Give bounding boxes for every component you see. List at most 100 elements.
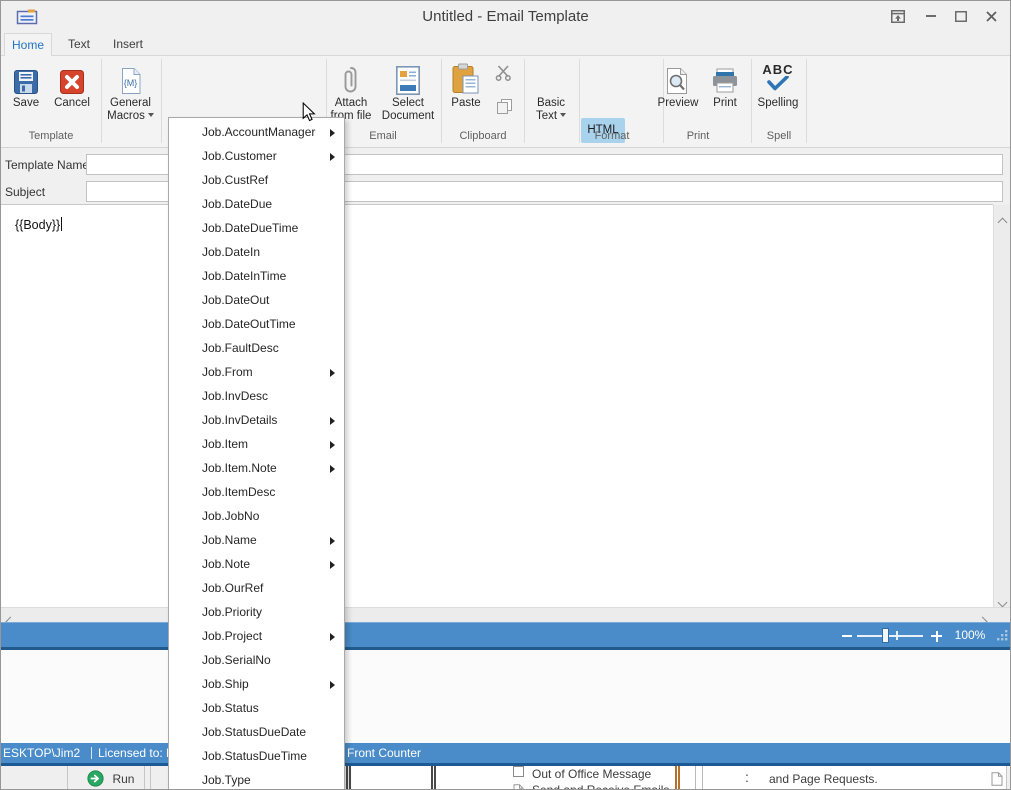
vertical-scrollbar[interactable] — [993, 205, 1011, 607]
menu-item-label: Job.DateInTime — [202, 269, 286, 283]
menu-item[interactable]: Job.Item.Note — [169, 456, 344, 480]
menu-item-label: Job.From — [202, 365, 253, 379]
menu-item[interactable]: Job.From — [169, 360, 344, 384]
zoom-in-icon — [936, 631, 938, 642]
menu-item-label: Job.Note — [202, 557, 250, 571]
status-separator — [91, 747, 92, 759]
menu-item[interactable]: Job.FaultDesc — [169, 336, 344, 360]
cancel-button[interactable]: Cancel — [49, 59, 95, 125]
menu-item[interactable]: Job.DateDue — [169, 192, 344, 216]
ribbon: Save Cancel {M} General Macros — [1, 56, 1010, 148]
out-of-office-checkbox[interactable] — [513, 766, 524, 777]
menu-item[interactable]: Job.Priority — [169, 600, 344, 624]
svg-text:{M}: {M} — [123, 78, 137, 88]
maximize-icon — [955, 11, 967, 22]
mouse-cursor — [302, 102, 316, 122]
menu-item[interactable]: Job.Name — [169, 528, 344, 552]
menu-item-label: Job.DateOutTime — [202, 317, 296, 331]
status-bar: ESKTOP\Jim2 Licensed to: H Front Counter — [1, 743, 1011, 766]
menu-item[interactable]: Job.StatusDueTime — [169, 744, 344, 768]
menu-item-label: Job.DateDueTime — [202, 221, 298, 235]
menu-item[interactable]: Job.SerialNo — [169, 648, 344, 672]
zoom-slider-tick — [896, 631, 898, 640]
menu-item[interactable]: Job.DateInTime — [169, 264, 344, 288]
zoom-slider-thumb[interactable] — [882, 628, 889, 643]
page-icon — [991, 772, 1003, 790]
menu-item-label: Job.Type — [202, 773, 251, 787]
maximize-button[interactable] — [947, 1, 975, 31]
menu-item[interactable]: Job.DateOutTime — [169, 312, 344, 336]
tab-insert[interactable]: Insert — [103, 34, 153, 55]
menu-item[interactable]: Job.AccountManager — [169, 120, 344, 144]
minimize-icon — [926, 15, 936, 17]
close-button[interactable] — [977, 1, 1005, 31]
close-icon — [985, 10, 998, 23]
menu-item[interactable]: Job.InvDesc — [169, 384, 344, 408]
scissors-icon — [495, 65, 513, 81]
cancel-icon — [59, 59, 85, 95]
out-of-office-label[interactable]: Out of Office Message — [532, 767, 651, 781]
print-button[interactable]: Print — [702, 59, 748, 125]
body-text: {{Body}} — [15, 217, 62, 232]
menu-item[interactable]: Job.CustRef — [169, 168, 344, 192]
background-window-strip: Run Out of Office Message Send and Recei… — [1, 766, 1011, 790]
menu-item[interactable]: Job.DateIn — [169, 240, 344, 264]
menu-item[interactable]: Job.OurRef — [169, 576, 344, 600]
menu-item-label: Job.Item — [202, 437, 248, 451]
basic-text-button[interactable]: Basic Text — [523, 59, 579, 125]
copy-button[interactable] — [496, 98, 513, 120]
menu-item[interactable]: Job.Item — [169, 432, 344, 456]
tab-home[interactable]: Home — [4, 33, 52, 56]
menu-item[interactable]: Job.JobNo — [169, 504, 344, 528]
submenu-arrow-icon — [330, 465, 335, 473]
menu-item-label: Job.DateDue — [202, 197, 272, 211]
menu-item[interactable]: Job.StatusDueDate — [169, 720, 344, 744]
submenu-arrow-icon — [330, 441, 335, 449]
menu-item[interactable]: Job.Project — [169, 624, 344, 648]
window-title: Untitled - Email Template — [1, 1, 1010, 33]
menu-item-label: Job.Name — [202, 533, 257, 547]
preview-button[interactable]: Preview — [652, 59, 704, 125]
spelling-button[interactable]: ABC Spelling — [750, 59, 806, 125]
menu-item[interactable]: Job.DateDueTime — [169, 216, 344, 240]
submenu-arrow-icon — [330, 633, 335, 641]
menu-item[interactable]: Job.Status — [169, 696, 344, 720]
menu-item[interactable]: Job.Customer — [169, 144, 344, 168]
save-button[interactable]: Save — [3, 59, 49, 125]
menu-item[interactable]: Job.ItemDesc — [169, 480, 344, 504]
menu-item[interactable]: Job.DateOut — [169, 288, 344, 312]
group-label-template: Template — [1, 129, 101, 143]
menu-item[interactable]: Job.Ship — [169, 672, 344, 696]
group-label-spell: Spell — [752, 129, 806, 143]
zoom-out-button[interactable] — [842, 635, 852, 637]
submenu-arrow-icon — [330, 369, 335, 377]
menu-item-label: Job.JobNo — [202, 509, 259, 523]
cut-button[interactable] — [495, 65, 513, 86]
zoom-value: 100% — [949, 623, 991, 648]
menu-item[interactable]: Job.Type — [169, 768, 344, 790]
horizontal-scrollbar[interactable] — [1, 607, 1011, 622]
select-document-button[interactable]: SelectDocument — [377, 59, 439, 125]
minimize-button[interactable] — [917, 1, 945, 31]
submenu-arrow-icon — [330, 681, 335, 689]
ribbon-tabbar: Home Text Insert — [1, 33, 1010, 56]
group-label-format: Format — [572, 129, 652, 143]
zoom-slider-track[interactable] — [857, 635, 923, 637]
pin-window-button[interactable] — [884, 1, 912, 31]
menu-item[interactable]: Job.InvDetails — [169, 408, 344, 432]
attach-from-file-button[interactable]: Attachfrom file — [327, 59, 375, 125]
run-button[interactable]: Run — [87, 770, 134, 788]
menu-item-label: Job.OurRef — [202, 581, 263, 595]
send-receive-label[interactable]: Send and Receive Emails — [532, 783, 669, 790]
resize-grip-icon[interactable] — [996, 629, 1009, 642]
page-requests-text: and Page Requests. — [769, 772, 878, 786]
paste-button[interactable]: Paste — [442, 59, 490, 125]
tab-text[interactable]: Text — [59, 34, 99, 55]
menu-item[interactable]: Job.Note — [169, 552, 344, 576]
status-licensed: Licensed to: H — [98, 743, 175, 763]
general-macros-button[interactable]: {M} General Macros — [102, 59, 159, 125]
submenu-arrow-icon — [330, 537, 335, 545]
run-icon — [87, 770, 104, 787]
body-editor[interactable]: {{Body}} — [1, 204, 993, 607]
copy-icon — [496, 98, 513, 115]
